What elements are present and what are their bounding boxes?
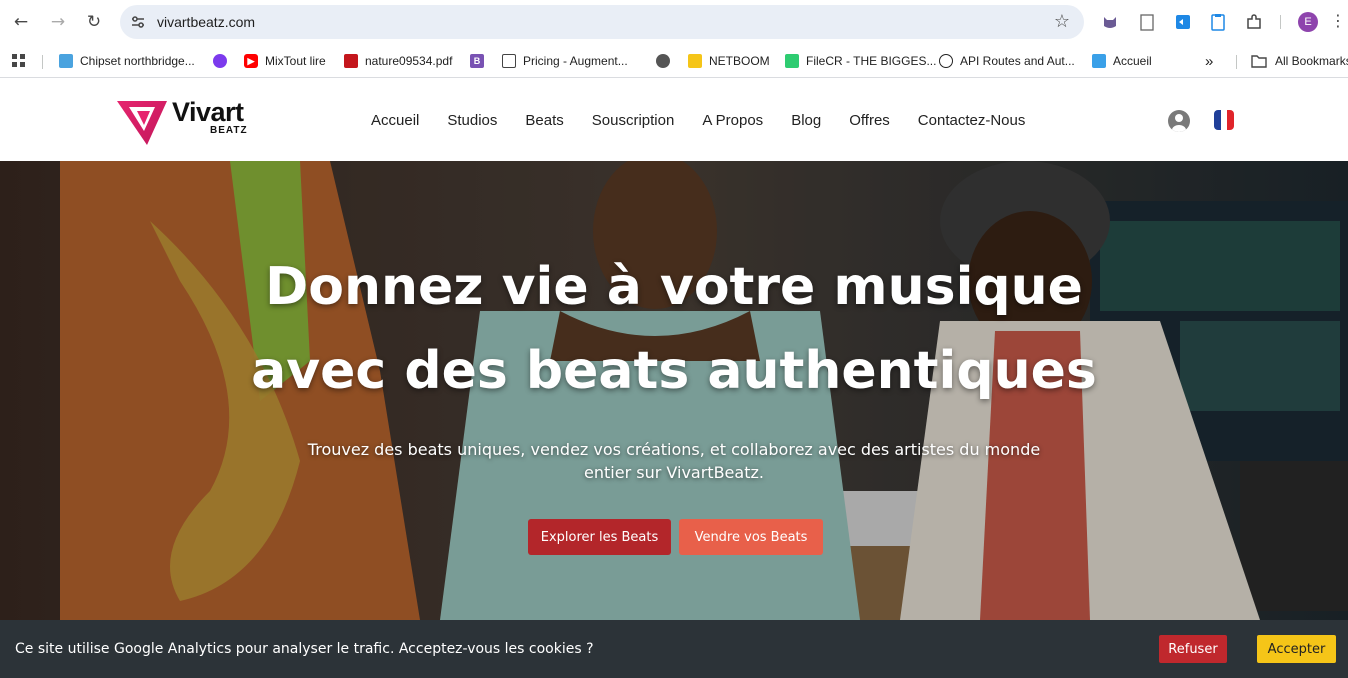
- bookmark-divider: [1236, 55, 1237, 69]
- all-bookmarks[interactable]: All Bookmarks: [1251, 52, 1348, 70]
- bookmark-bootstrap[interactable]: B: [470, 52, 491, 70]
- logo-subtitle: BEATZ: [210, 125, 248, 136]
- hero-title-line1: Donnez vie à votre musique: [265, 257, 1083, 317]
- nav-souscription[interactable]: Souscription: [592, 112, 675, 129]
- logo-text: Vivart: [172, 97, 244, 127]
- address-bar[interactable]: vivartbeatz.com ☆: [120, 5, 1084, 39]
- pdf-icon: [344, 54, 358, 68]
- nav-offres[interactable]: Offres: [849, 112, 890, 129]
- globe-icon: [656, 54, 670, 68]
- netboom-icon: [688, 54, 702, 68]
- bootstrap-icon: B: [470, 54, 484, 68]
- bookmark-pdf[interactable]: nature09534.pdf: [344, 52, 452, 70]
- sync-extension-icon[interactable]: [1172, 11, 1194, 33]
- nav-accueil[interactable]: Accueil: [371, 112, 419, 129]
- bookmark-filecr[interactable]: FileCR - THE BIGGES...: [785, 52, 936, 70]
- site-logo[interactable]: Vivart BEATZ: [117, 97, 257, 147]
- bookmark-label: Accueil: [1113, 54, 1152, 68]
- bookmark-globe[interactable]: [656, 52, 677, 70]
- bookmark-chipset[interactable]: Chipset northbridge...: [59, 52, 195, 70]
- bookmark-divider: [42, 55, 43, 69]
- bookmark-pricing[interactable]: Pricing - Augment...: [502, 52, 628, 70]
- explore-beats-button[interactable]: Explorer les Beats: [528, 519, 671, 555]
- menu-kebab-icon[interactable]: ⋮: [1330, 11, 1346, 30]
- nav-contactez-nous[interactable]: Contactez-Nous: [918, 112, 1026, 129]
- clipboard-extension-icon[interactable]: [1207, 11, 1229, 33]
- bookmark-label: NETBOOM: [709, 54, 770, 68]
- bookmark-label: Pricing - Augment...: [523, 54, 628, 68]
- toolbar-divider: [1280, 15, 1281, 29]
- accept-cookies-button[interactable]: Accepter: [1257, 635, 1336, 663]
- hero-title-line2: avec des beats authentiques: [251, 341, 1097, 401]
- bookmark-label: Chipset northbridge...: [80, 54, 195, 68]
- sell-beats-button[interactable]: Vendre vos Beats: [679, 519, 823, 555]
- french-flag-icon[interactable]: [1214, 110, 1234, 130]
- nav-studios[interactable]: Studios: [447, 112, 497, 129]
- bookmark-swirl[interactable]: [213, 52, 234, 70]
- youtube-icon: ▶: [244, 54, 258, 68]
- bookmark-label: FileCR - THE BIGGES...: [806, 54, 937, 68]
- profile-avatar[interactable]: E: [1298, 12, 1318, 32]
- forward-icon[interactable]: →: [46, 10, 70, 34]
- tune-icon[interactable]: [130, 14, 146, 30]
- bookmark-label: nature09534.pdf: [365, 54, 453, 68]
- site-header: Vivart BEATZ Accueil Studios Beats Sousc…: [0, 79, 1348, 161]
- hero-subtitle: Trouvez des beats uniques, vendez vos cr…: [307, 440, 1041, 482]
- cookie-consent-bar: Ce site utilise Google Analytics pour an…: [0, 620, 1348, 678]
- back-icon[interactable]: ←: [9, 10, 33, 34]
- main-navigation: Accueil Studios Beats Souscription A Pro…: [371, 112, 1025, 129]
- document-extension-icon[interactable]: [1136, 11, 1158, 33]
- nav-beats[interactable]: Beats: [525, 112, 563, 129]
- more-bookmarks-button[interactable]: »: [1205, 52, 1213, 70]
- bookmark-netboom[interactable]: NETBOOM: [688, 52, 770, 70]
- refuse-cookies-button[interactable]: Refuser: [1159, 635, 1227, 663]
- puzzle-icon[interactable]: [1243, 11, 1265, 33]
- hero-section: Donnez vie à votre musique avec des beat…: [0, 161, 1348, 620]
- chipset-icon: [59, 54, 73, 68]
- bookmark-mixtout[interactable]: ▶ MixTout lire: [244, 52, 326, 70]
- no-icon: [939, 54, 953, 68]
- filecr-icon: [785, 54, 799, 68]
- bookmark-label: MixTout lire: [265, 54, 326, 68]
- url-text[interactable]: vivartbeatz.com: [157, 14, 255, 30]
- nav-a-propos[interactable]: A Propos: [702, 112, 763, 129]
- all-bookmarks-label: All Bookmarks: [1275, 54, 1348, 68]
- logo-mark-icon: [117, 101, 167, 145]
- apps-grid-icon[interactable]: [12, 52, 26, 70]
- folder-icon: [1251, 55, 1267, 68]
- site-icon: [1092, 54, 1106, 68]
- purple-swirl-icon: [213, 54, 227, 68]
- bookmark-label: API Routes and Aut...: [960, 54, 1075, 68]
- reload-icon[interactable]: ↻: [82, 10, 106, 34]
- star-icon[interactable]: ☆: [1054, 11, 1070, 32]
- bookmark-api-routes[interactable]: API Routes and Aut...: [939, 52, 1075, 70]
- bookmarks-bar: Chipset northbridge... ▶ MixTout lire na…: [0, 44, 1348, 78]
- user-account-icon[interactable]: [1168, 110, 1190, 132]
- browser-toolbar: ← → ↻ vivartbeatz.com ☆ E ⋮: [0, 0, 1348, 44]
- cookie-message: Ce site utilise Google Analytics pour an…: [15, 641, 594, 657]
- augment-icon: [502, 54, 516, 68]
- nav-blog[interactable]: Blog: [791, 112, 821, 129]
- cat-extension-icon[interactable]: [1099, 11, 1121, 33]
- bookmark-accueil[interactable]: Accueil: [1092, 52, 1152, 70]
